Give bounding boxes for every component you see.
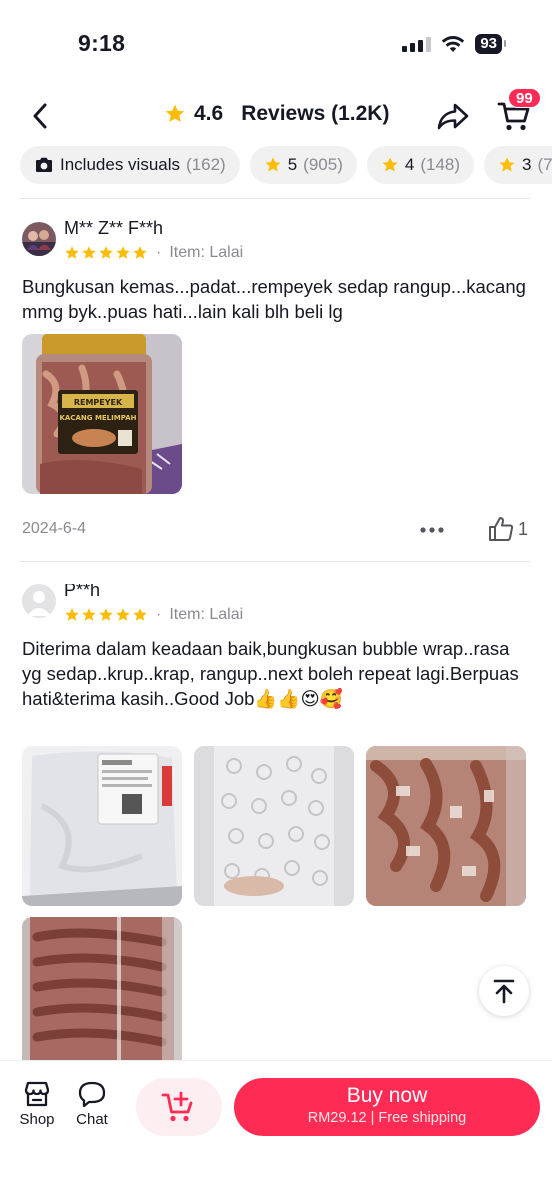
item-variant: Item: Lalai <box>169 606 244 623</box>
review-meta: · Item: Lalai <box>64 606 243 624</box>
arrow-up-to-line-icon <box>493 979 515 1004</box>
filter-chip-includes-visuals[interactable]: Includes visuals (162) <box>20 146 240 184</box>
reviewer-name: P**h <box>64 584 101 600</box>
reviewer-name: M** Z** F**h <box>64 218 164 238</box>
chat-bubble-icon <box>78 1081 106 1107</box>
filter-chip-label: Includes visuals <box>60 155 181 174</box>
store-icon <box>24 1081 50 1107</box>
status-icons: 93 <box>402 34 506 54</box>
share-icon <box>437 103 469 130</box>
thumbs-up-icon <box>489 517 514 541</box>
status-time: 9:18 <box>78 30 126 56</box>
star-icon <box>99 246 113 259</box>
buy-now-label: Buy now <box>346 1084 428 1107</box>
star-icon <box>499 157 515 172</box>
cellular-signal-icon <box>402 36 432 52</box>
star-icon <box>116 246 130 259</box>
review-text: Bungkusan kemas...padat...rempeyek sedap… <box>22 276 526 322</box>
star-icon <box>133 246 147 259</box>
cart-count-badge: 99 <box>508 88 541 108</box>
divider <box>20 198 530 199</box>
battery-indicator: 93 <box>475 34 506 54</box>
share-button[interactable] <box>434 98 472 134</box>
add-to-cart-button[interactable] <box>136 1078 222 1136</box>
star-icon <box>165 104 185 122</box>
chat-label: Chat <box>76 1111 108 1128</box>
filter-chip-count: (148) <box>420 155 461 174</box>
back-button[interactable] <box>22 98 58 134</box>
review-text: Diterima dalam keadaan baik,bungkusan bu… <box>22 638 519 709</box>
status-bar: 9:18 93 <box>0 0 552 88</box>
avatar[interactable] <box>22 222 56 256</box>
star-icon <box>65 246 79 259</box>
filter-chip-count: (72) <box>537 155 552 174</box>
filter-chip-3-star[interactable]: 3 (72) <box>484 146 552 184</box>
review-meta: · Item: Lalai <box>64 244 243 262</box>
review-photo[interactable]: REMPEYEK KACANG MELIMPAH <box>22 334 182 494</box>
item-variant: Item: Lalai <box>169 244 244 261</box>
filter-chip-label: 4 <box>404 155 415 174</box>
star-icon <box>82 246 96 259</box>
shop-label: Shop <box>19 1111 55 1128</box>
more-options-button[interactable] <box>418 516 446 544</box>
buy-now-button[interactable]: Buy now RM29.12 | Free shipping <box>234 1078 540 1136</box>
scroll-to-top-button[interactable] <box>479 966 529 1016</box>
reviews-header: 4.6 Reviews (1.2K) <box>0 88 552 144</box>
shop-button[interactable]: Shop <box>12 1081 62 1128</box>
page-title: Reviews (1.2K) <box>241 102 390 125</box>
review-photo[interactable] <box>22 917 182 1060</box>
star-icon <box>116 608 130 621</box>
meta-separator: · <box>156 244 162 261</box>
review-card: P**h · Item: Lalai Diterima dalam keadaa… <box>22 584 532 1060</box>
star-icon <box>382 157 398 172</box>
review-filter-bar: Includes visuals (162) 5 (905) 4 (148) 3… <box>20 146 552 186</box>
svg-text:KACANG MELIMPAH: KACANG MELIMPAH <box>60 414 137 422</box>
star-icon <box>265 157 281 172</box>
divider <box>20 561 530 562</box>
more-dots-icon <box>420 527 444 533</box>
star-icon <box>82 608 96 621</box>
star-rating <box>64 607 148 623</box>
average-rating: 4.6 <box>194 102 224 125</box>
price-shipping-label: RM29.12 | Free shipping <box>307 1110 467 1126</box>
review-photo[interactable] <box>366 746 526 906</box>
meta-separator: · <box>156 606 162 623</box>
filter-chip-5-star[interactable]: 5 (905) <box>249 146 357 184</box>
wifi-icon <box>442 36 465 52</box>
star-icon <box>99 608 113 621</box>
review-footer: 2024-6-4 1 <box>22 516 532 546</box>
avatar[interactable] <box>22 584 56 618</box>
filter-chip-count: (162) <box>186 155 226 174</box>
filter-chip-4-star[interactable]: 4 (148) <box>366 146 475 184</box>
filter-chip-count: (905) <box>303 155 343 174</box>
star-icon <box>133 608 147 621</box>
chat-button[interactable]: Chat <box>67 1081 117 1128</box>
star-icon <box>65 608 79 621</box>
header-title-group: 4.6 Reviews (1.2K) <box>164 102 389 126</box>
star-rating <box>64 245 148 261</box>
filter-chip-label: 3 <box>522 155 532 174</box>
review-photo[interactable] <box>22 746 182 906</box>
chevron-left-icon <box>33 103 47 129</box>
review-photo[interactable] <box>194 746 354 906</box>
like-button[interactable]: 1 <box>488 516 528 542</box>
filter-chip-label: 5 <box>287 155 298 174</box>
bottom-action-bar: Shop Chat Buy now RM29.12 | Free shippin… <box>0 1060 552 1200</box>
add-to-cart-icon <box>161 1091 193 1122</box>
camera-icon <box>36 157 52 172</box>
review-date: 2024-6-4 <box>22 520 87 537</box>
review-card: M** Z** F**h · Item: Lalai Bungkusan kem… <box>22 218 532 552</box>
like-count: 1 <box>518 518 529 539</box>
svg-text:REMPEYEK: REMPEYEK <box>74 398 123 407</box>
